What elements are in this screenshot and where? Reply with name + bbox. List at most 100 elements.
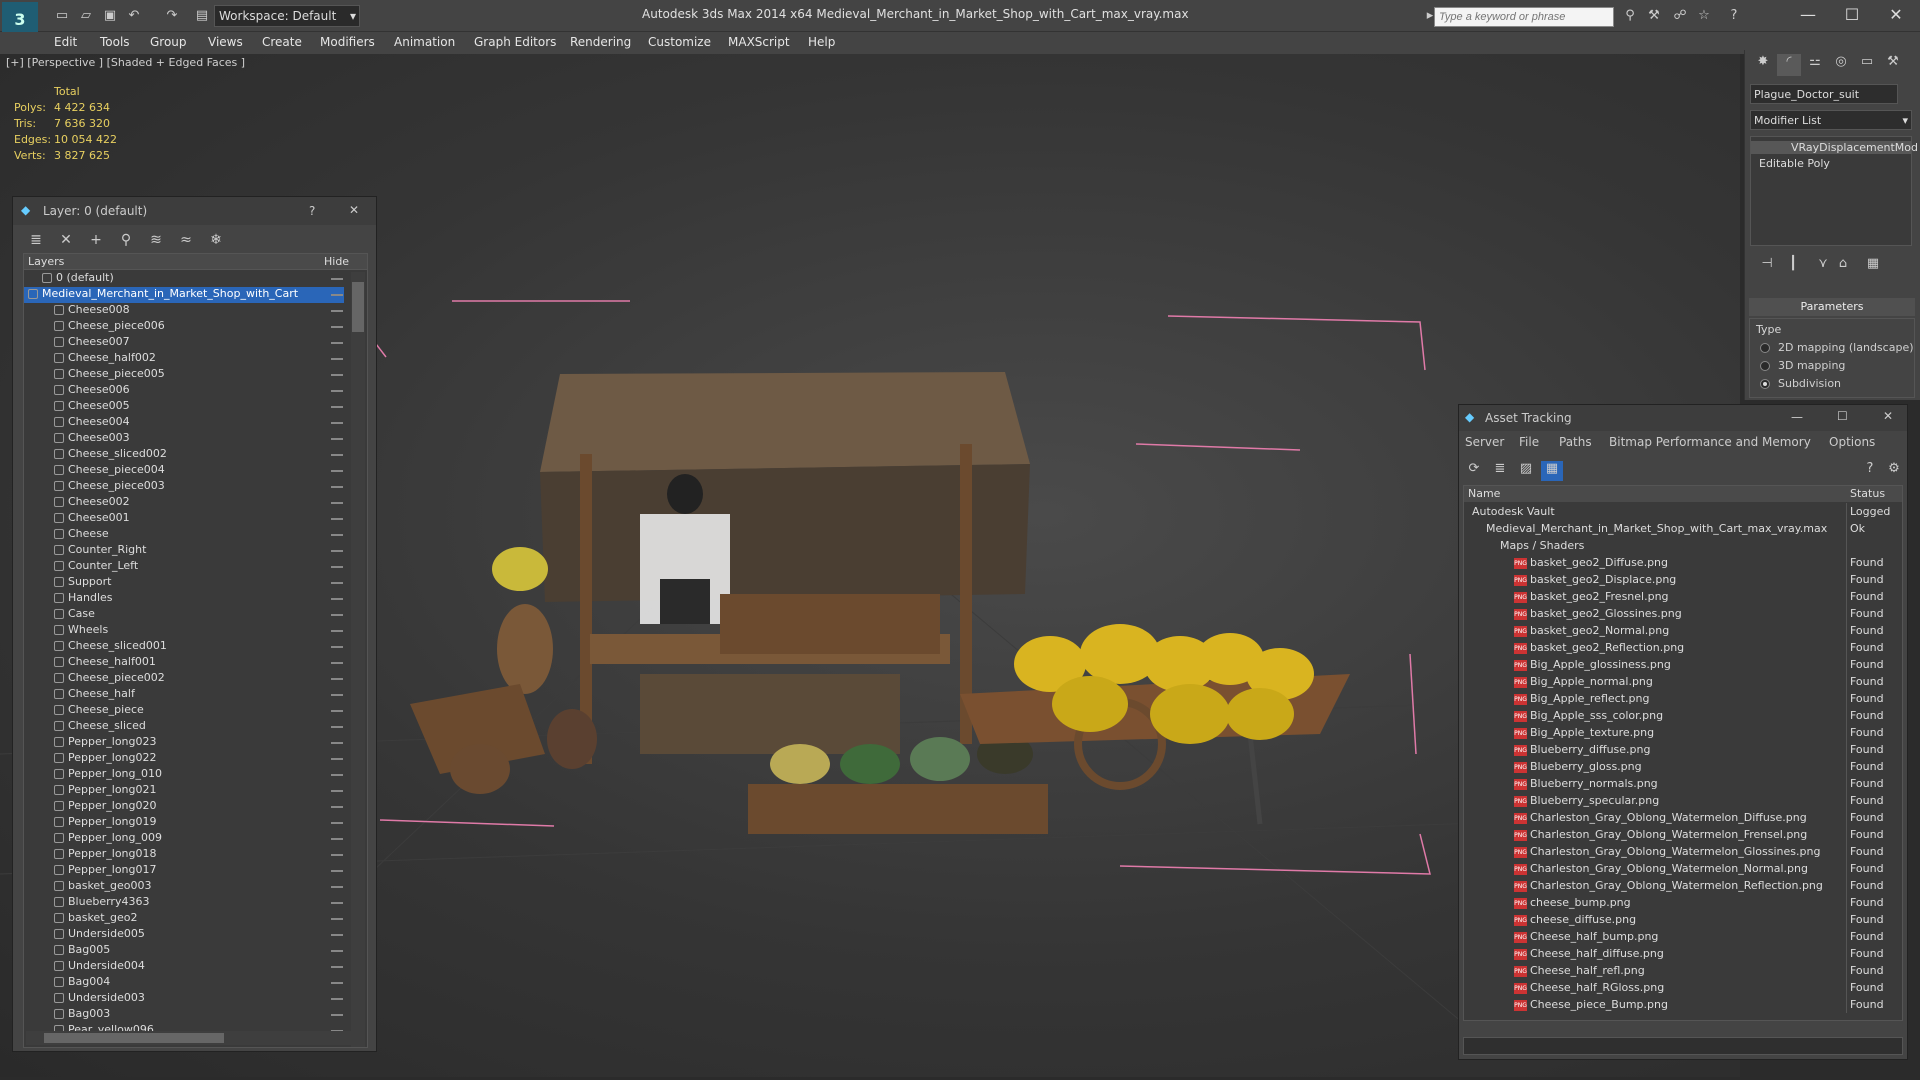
- asset-row[interactable]: PNG basket_geo2_Fresnel.png Found: [1464, 588, 1902, 605]
- help-button[interactable]: ?: [309, 204, 315, 218]
- hide-toggle[interactable]: [331, 998, 343, 1000]
- layer-row[interactable]: Pepper_long023: [24, 735, 344, 751]
- vault-settings-icon[interactable]: ⚙: [1883, 461, 1905, 481]
- radio-2d-mapping[interactable]: 2D mapping (landscape): [1760, 341, 1914, 354]
- asset-row[interactable]: PNG Blueberry_normals.png Found: [1464, 775, 1902, 792]
- asset-row[interactable]: PNG Big_Apple_texture.png Found: [1464, 724, 1902, 741]
- layer-window-titlebar[interactable]: ◆ Layer: 0 (default) ? ✕: [13, 197, 376, 225]
- layer-row[interactable]: Pepper_long022: [24, 751, 344, 767]
- layer-row[interactable]: Cheese_half002: [24, 351, 344, 367]
- menu-options[interactable]: Options: [1829, 435, 1875, 449]
- layer-row[interactable]: Pepper_long_010: [24, 767, 344, 783]
- hide-toggle[interactable]: [331, 486, 343, 488]
- asset-row[interactable]: PNG Cheese_half_diffuse.png Found: [1464, 945, 1902, 962]
- hide-toggle[interactable]: [331, 278, 343, 280]
- menu-modifiers[interactable]: Modifiers: [320, 35, 375, 49]
- maximize-button[interactable]: ☐: [1837, 409, 1848, 423]
- menu-views[interactable]: Views: [208, 35, 243, 49]
- new-layer-icon[interactable]: ≣: [25, 232, 47, 252]
- hide-toggle[interactable]: [331, 678, 343, 680]
- redo-icon[interactable]: ↷: [162, 7, 182, 25]
- subscription-icon[interactable]: ⚒: [1644, 7, 1664, 25]
- new-file-icon[interactable]: ▭: [52, 7, 72, 25]
- hide-toggle[interactable]: [331, 598, 343, 600]
- motion-tab-icon[interactable]: ◎: [1829, 54, 1853, 76]
- layer-row[interactable]: Cheese_piece: [24, 703, 344, 719]
- add-to-layer-icon[interactable]: +: [85, 232, 107, 252]
- layer-row[interactable]: Blueberry4363: [24, 895, 344, 911]
- layer-row[interactable]: Pepper_long_009: [24, 831, 344, 847]
- layer-row[interactable]: Cheese008: [24, 303, 344, 319]
- radio-3d-mapping[interactable]: 3D mapping: [1760, 359, 1845, 372]
- highlight-layer-icon[interactable]: ≋: [145, 232, 167, 252]
- hide-toggle[interactable]: [331, 758, 343, 760]
- hide-toggle[interactable]: [331, 886, 343, 888]
- hide-toggle[interactable]: [331, 470, 343, 472]
- viewport-label[interactable]: [+] [Perspective ] [Shaded + Edged Faces…: [6, 56, 245, 69]
- hide-toggle[interactable]: [331, 614, 343, 616]
- column-hide[interactable]: Hide: [324, 255, 349, 268]
- close-button[interactable]: ✕: [1876, 3, 1916, 27]
- asset-row[interactable]: PNG Charleston_Gray_Oblong_Watermelon_Ref…: [1464, 877, 1902, 894]
- workspace-dropdown[interactable]: Workspace: Default ▾: [214, 5, 360, 27]
- modifier-list-dropdown[interactable]: Modifier List ▾: [1750, 110, 1912, 130]
- asset-row[interactable]: PNG basket_geo2_Reflection.png Found: [1464, 639, 1902, 656]
- asset-row[interactable]: PNG basket_geo2_Displace.png Found: [1464, 571, 1902, 588]
- layer-row[interactable]: basket_geo2: [24, 911, 344, 927]
- menu-tools[interactable]: Tools: [100, 35, 130, 49]
- asset-row[interactable]: PNG Cheese_half_RGloss.png Found: [1464, 979, 1902, 996]
- hide-toggle[interactable]: [331, 582, 343, 584]
- hide-toggle[interactable]: [331, 310, 343, 312]
- scrollbar-thumb[interactable]: [44, 1033, 224, 1043]
- menu-graph-editors[interactable]: Graph Editors: [474, 35, 556, 49]
- asset-row[interactable]: PNG Blueberry_diffuse.png Found: [1464, 741, 1902, 758]
- hide-toggle[interactable]: [331, 662, 343, 664]
- asset-row[interactable]: Autodesk Vault Logged: [1464, 503, 1902, 520]
- hide-toggle[interactable]: [331, 406, 343, 408]
- radio-subdivision[interactable]: Subdivision: [1760, 377, 1841, 390]
- layer-row[interactable]: Medieval_Merchant_in_Market_Shop_with_Ca…: [24, 287, 344, 303]
- hide-toggle[interactable]: [331, 1014, 343, 1016]
- asset-row[interactable]: PNG Big_Apple_normal.png Found: [1464, 673, 1902, 690]
- object-name-field[interactable]: Plague_Doctor_suit: [1750, 84, 1898, 104]
- layer-row[interactable]: Cheese_sliced001: [24, 639, 344, 655]
- layer-row[interactable]: Cheese: [24, 527, 344, 543]
- layer-row[interactable]: Underside003: [24, 991, 344, 1007]
- open-file-icon[interactable]: ▱: [76, 7, 96, 25]
- favorites-star-icon[interactable]: ☆: [1694, 7, 1714, 25]
- menu-group[interactable]: Group: [150, 35, 187, 49]
- layer-row[interactable]: Pepper_long020: [24, 799, 344, 815]
- layer-row[interactable]: Counter_Left: [24, 559, 344, 575]
- asset-row[interactable]: PNG cheese_bump.png Found: [1464, 894, 1902, 911]
- hide-toggle[interactable]: [331, 838, 343, 840]
- hide-toggle[interactable]: [331, 374, 343, 376]
- menu-server[interactable]: Server: [1465, 435, 1504, 449]
- layer-row[interactable]: Cheese005: [24, 399, 344, 415]
- layer-row[interactable]: Cheese_sliced: [24, 719, 344, 735]
- hide-toggle[interactable]: [331, 854, 343, 856]
- stack-item-editable-poly[interactable]: Editable Poly: [1759, 157, 1830, 170]
- horizontal-scrollbar[interactable]: [26, 1031, 351, 1045]
- show-end-result-icon[interactable]: ┃: [1781, 256, 1805, 278]
- hide-toggle[interactable]: [331, 806, 343, 808]
- hide-toggle[interactable]: [331, 294, 343, 296]
- vertical-scrollbar[interactable]: [351, 272, 365, 1047]
- asset-row[interactable]: PNG Blueberry_specular.png Found: [1464, 792, 1902, 809]
- hide-toggle[interactable]: [331, 966, 343, 968]
- hide-toggle[interactable]: [331, 358, 343, 360]
- select-objects-icon[interactable]: ⚲: [115, 232, 137, 252]
- layer-row[interactable]: Pepper_long018: [24, 847, 344, 863]
- layer-row[interactable]: Case: [24, 607, 344, 623]
- layer-row[interactable]: Pepper_long021: [24, 783, 344, 799]
- hide-toggle[interactable]: [331, 502, 343, 504]
- layer-row[interactable]: Handles: [24, 591, 344, 607]
- hide-toggle[interactable]: [331, 870, 343, 872]
- save-file-icon[interactable]: ▣: [100, 7, 120, 25]
- asset-row[interactable]: PNG Cheese_piece_Bump.png Found: [1464, 996, 1902, 1013]
- layer-row[interactable]: Bag003: [24, 1007, 344, 1023]
- hierarchy-tab-icon[interactable]: ⚍: [1803, 54, 1827, 76]
- hide-toggle[interactable]: [331, 790, 343, 792]
- freeze-all-icon[interactable]: ❄: [205, 232, 227, 252]
- maximize-button[interactable]: ☐: [1832, 3, 1872, 27]
- layer-row[interactable]: 0 (default): [24, 271, 344, 287]
